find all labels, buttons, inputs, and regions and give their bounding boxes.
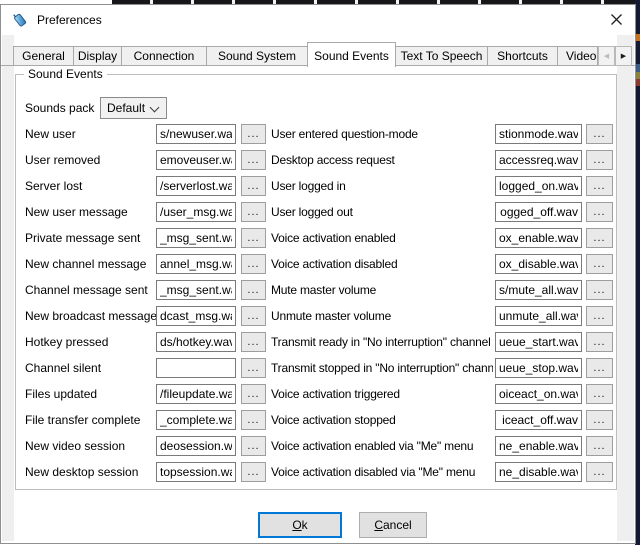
event-label: Voice activation stopped <box>271 410 396 430</box>
sounds-pack-select[interactable]: Default <box>100 97 167 119</box>
ok-button[interactable]: Ok <box>258 512 342 538</box>
sound-file-input[interactable] <box>495 150 582 170</box>
event-row: User logged in ... <box>16 176 616 196</box>
event-row: User logged out ... <box>16 202 616 222</box>
close-button[interactable] <box>605 9 627 29</box>
event-row: Voice activation enabled ... <box>16 228 616 248</box>
tab-general[interactable]: General <box>13 46 74 66</box>
cancel-button-label: C <box>374 518 383 532</box>
sound-file-input[interactable] <box>495 254 582 274</box>
chevron-down-icon <box>150 103 160 113</box>
sound-file-input[interactable] <box>495 176 582 196</box>
event-label: User entered question-mode <box>271 124 418 144</box>
sound-file-input[interactable] <box>495 280 582 300</box>
group-title: Sound Events <box>24 67 107 82</box>
event-label: Voice activation disabled <box>271 254 397 274</box>
browse-button[interactable]: ... <box>586 410 613 430</box>
event-row: Desktop access request ... <box>16 150 616 170</box>
sound-file-input[interactable] <box>495 462 582 482</box>
close-icon <box>610 13 623 26</box>
event-row: Transmit ready in "No interruption" chan… <box>16 332 616 352</box>
sound-file-input[interactable] <box>495 202 582 222</box>
tab-display[interactable]: Display <box>73 46 122 66</box>
sounds-pack-label: Sounds pack <box>25 97 94 119</box>
event-row: Voice activation disabled via "Me" menu … <box>16 462 616 482</box>
browse-button[interactable]: ... <box>586 358 613 378</box>
event-label: Voice activation triggered <box>271 384 400 404</box>
event-row: Voice activation triggered ... <box>16 384 616 404</box>
sound-file-input[interactable] <box>495 124 582 144</box>
preferences-dialog: Preferences GeneralDisplayConnectionSoun… <box>0 4 636 544</box>
tab-text-to-speech[interactable]: Text To Speech <box>395 46 488 66</box>
cancel-button[interactable]: Cancel <box>359 512 427 538</box>
event-label: Voice activation enabled via "Me" menu <box>271 436 473 456</box>
dialog-left-margin <box>2 35 14 541</box>
browse-button[interactable]: ... <box>586 306 613 326</box>
sound-file-input[interactable] <box>495 410 582 430</box>
tab-connection[interactable]: Connection <box>121 46 207 66</box>
event-label: Voice activation enabled <box>271 228 396 248</box>
event-row: User entered question-mode ... <box>16 124 616 144</box>
event-label: Mute master volume <box>271 280 376 300</box>
sound-file-input[interactable] <box>495 332 582 352</box>
browse-button[interactable]: ... <box>586 384 613 404</box>
browse-button[interactable]: ... <box>586 176 613 196</box>
dialog-right-margin <box>617 35 634 541</box>
browse-button[interactable]: ... <box>586 150 613 170</box>
tab-scroll-right-button[interactable]: ▶ <box>615 46 632 66</box>
app-icon <box>12 11 29 28</box>
sound-file-input[interactable] <box>495 436 582 456</box>
event-label: Unmute master volume <box>271 306 391 326</box>
sound-events-group: Sound Events Sounds pack Default New use… <box>15 74 617 490</box>
browse-button[interactable]: ... <box>586 332 613 352</box>
browse-button[interactable]: ... <box>586 202 613 222</box>
event-label: Transmit ready in "No interruption" chan… <box>271 332 491 352</box>
event-label: Voice activation disabled via "Me" menu <box>271 462 475 482</box>
tab-sound-system[interactable]: Sound System <box>206 46 308 66</box>
ok-button-label: O <box>292 518 301 532</box>
titlebar[interactable]: Preferences <box>1 5 635 35</box>
browse-button[interactable]: ... <box>586 254 613 274</box>
tab-video[interactable]: Video <box>557 46 598 66</box>
sound-file-input[interactable] <box>495 384 582 404</box>
tab-shortcuts[interactable]: Shortcuts <box>487 46 558 66</box>
sounds-pack-value: Default <box>107 98 145 118</box>
event-label: Desktop access request <box>271 150 395 170</box>
screen: Preferences GeneralDisplayConnectionSoun… <box>0 0 640 545</box>
browse-button[interactable]: ... <box>586 124 613 144</box>
sound-file-input[interactable] <box>495 358 582 378</box>
event-row: Mute master volume ... <box>16 280 616 300</box>
sound-file-input[interactable] <box>495 306 582 326</box>
browse-button[interactable]: ... <box>586 280 613 300</box>
event-label: User logged out <box>271 202 353 222</box>
event-row: Voice activation stopped ... <box>16 410 616 430</box>
browse-button[interactable]: ... <box>586 228 613 248</box>
window-title: Preferences <box>37 5 102 35</box>
event-row: Unmute master volume ... <box>16 306 616 326</box>
browse-button[interactable]: ... <box>586 436 613 456</box>
tab-sound-events[interactable]: Sound Events <box>307 42 396 67</box>
event-label: Transmit stopped in "No interruption" ch… <box>271 358 493 378</box>
event-row: Voice activation enabled via "Me" menu .… <box>16 436 616 456</box>
event-row: Voice activation disabled ... <box>16 254 616 274</box>
event-row: Transmit stopped in "No interruption" ch… <box>16 358 616 378</box>
event-label: User logged in <box>271 176 346 196</box>
tab-scroll-left-button[interactable]: ◀ <box>598 46 615 66</box>
browse-button[interactable]: ... <box>586 462 613 482</box>
sound-file-input[interactable] <box>495 228 582 248</box>
